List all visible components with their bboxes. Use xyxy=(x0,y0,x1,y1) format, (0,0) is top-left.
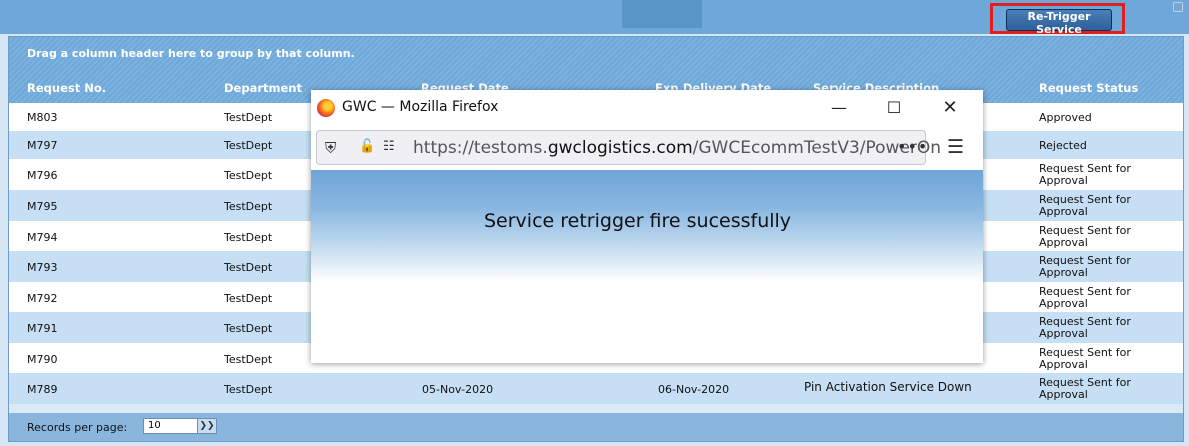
retrigger-service-button[interactable]: Re-Trigger Service xyxy=(1006,9,1112,36)
chevron-down-icon[interactable]: ❯❯ xyxy=(197,419,216,433)
cell-exp-delivery-date: 06-Nov-2020 xyxy=(658,383,730,396)
cell-status: Approved xyxy=(1039,111,1092,124)
popup-message: Service retrigger fire sucessfully xyxy=(484,210,792,232)
hamburger-menu-icon[interactable]: ☰ xyxy=(947,138,964,157)
lock-warning-icon[interactable]: 🔓 xyxy=(359,139,375,154)
popup-content: Service retrigger fire sucessfully xyxy=(311,170,983,363)
cell-department: TestDept xyxy=(224,139,273,152)
page: Re-Trigger Service Drag a column header … xyxy=(0,0,1189,446)
cell-department: TestDept xyxy=(224,200,273,213)
more-actions-icon[interactable]: ••• xyxy=(897,137,928,156)
minimize-button[interactable]: — xyxy=(824,96,854,120)
top-toolbar: Re-Trigger Service xyxy=(0,0,1189,36)
close-button[interactable]: ✕ xyxy=(935,96,965,120)
cell-service-description: Pin Activation Service Down xyxy=(804,380,972,394)
cell-request-no: M791 xyxy=(27,322,58,335)
cell-request-no: M789 xyxy=(27,383,58,396)
cell-status: Request Sent for Approval xyxy=(1039,162,1131,187)
permissions-icon[interactable]: ☷ xyxy=(383,139,395,154)
cell-request-date: 05-Nov-2020 xyxy=(422,383,494,396)
cell-status: Request Sent for Approval xyxy=(1039,193,1131,218)
firefox-icon xyxy=(317,99,335,117)
records-per-page-label: Records per page: xyxy=(27,421,128,434)
column-header-request-status[interactable]: Request Status xyxy=(1039,81,1138,95)
cell-status: Request Sent for Approval xyxy=(1039,254,1131,279)
url-text[interactable]: https://testoms.gwclogistics.com/GWCEcom… xyxy=(413,138,941,158)
window-titlebar[interactable]: GWC — Mozilla Firefox — ☐ ✕ xyxy=(311,90,983,126)
cell-status: Request Sent for Approval xyxy=(1039,285,1131,310)
maximize-button[interactable]: ☐ xyxy=(879,96,909,120)
window-title: GWC — Mozilla Firefox xyxy=(342,99,499,115)
cell-request-no: M803 xyxy=(27,111,58,124)
cell-department: TestDept xyxy=(224,322,273,335)
cell-department: TestDept xyxy=(224,261,273,274)
url-domain: gwclogistics.com xyxy=(547,138,693,158)
cell-request-no: M796 xyxy=(27,169,58,182)
group-by-bar[interactable]: Drag a column header here to group by th… xyxy=(9,37,1183,71)
cell-request-no: M794 xyxy=(27,231,58,244)
grid-footer: Records per page: 10 ❯❯ xyxy=(9,413,1183,441)
cell-department: TestDept xyxy=(224,231,273,244)
cell-department: TestDept xyxy=(224,383,273,396)
column-header-department[interactable]: Department xyxy=(224,81,302,95)
shield-icon[interactable]: ⛨ xyxy=(325,139,341,157)
cell-department: TestDept xyxy=(224,111,273,124)
records-per-page-value: 10 xyxy=(148,420,161,431)
cell-request-no: M793 xyxy=(27,261,58,274)
cell-request-no: M790 xyxy=(27,353,58,366)
cell-request-no: M795 xyxy=(27,200,58,213)
cell-department: TestDept xyxy=(224,292,273,305)
corner-icon xyxy=(1173,2,1183,12)
cell-department: TestDept xyxy=(224,353,273,366)
table-row[interactable]: M789 TestDept 05-Nov-2020 06-Nov-2020 Pi… xyxy=(9,373,1183,404)
column-header-request-no[interactable]: Request No. xyxy=(27,81,106,95)
cell-status: Request Sent for Approval xyxy=(1039,346,1131,371)
cell-status: Rejected xyxy=(1039,139,1087,152)
address-bar[interactable]: ⛨ 🔓 ☷ https://testoms.gwclogistics.com/G… xyxy=(316,130,941,165)
cell-department: TestDept xyxy=(224,169,273,182)
cell-status: Request Sent for Approval xyxy=(1039,376,1131,401)
toolbar-tab xyxy=(622,0,702,28)
cell-status: Request Sent for Approval xyxy=(1039,315,1131,340)
firefox-popup-window: GWC — Mozilla Firefox — ☐ ✕ ⛨ 🔓 ☷ https:… xyxy=(311,90,983,363)
cell-status: Request Sent for Approval xyxy=(1039,224,1131,249)
retrigger-highlight: Re-Trigger Service xyxy=(990,3,1125,36)
cell-request-no: M797 xyxy=(27,139,58,152)
cell-request-no: M792 xyxy=(27,292,58,305)
url-prefix: https://testoms. xyxy=(413,138,548,158)
records-per-page-select[interactable]: 10 ❯❯ xyxy=(143,418,217,434)
